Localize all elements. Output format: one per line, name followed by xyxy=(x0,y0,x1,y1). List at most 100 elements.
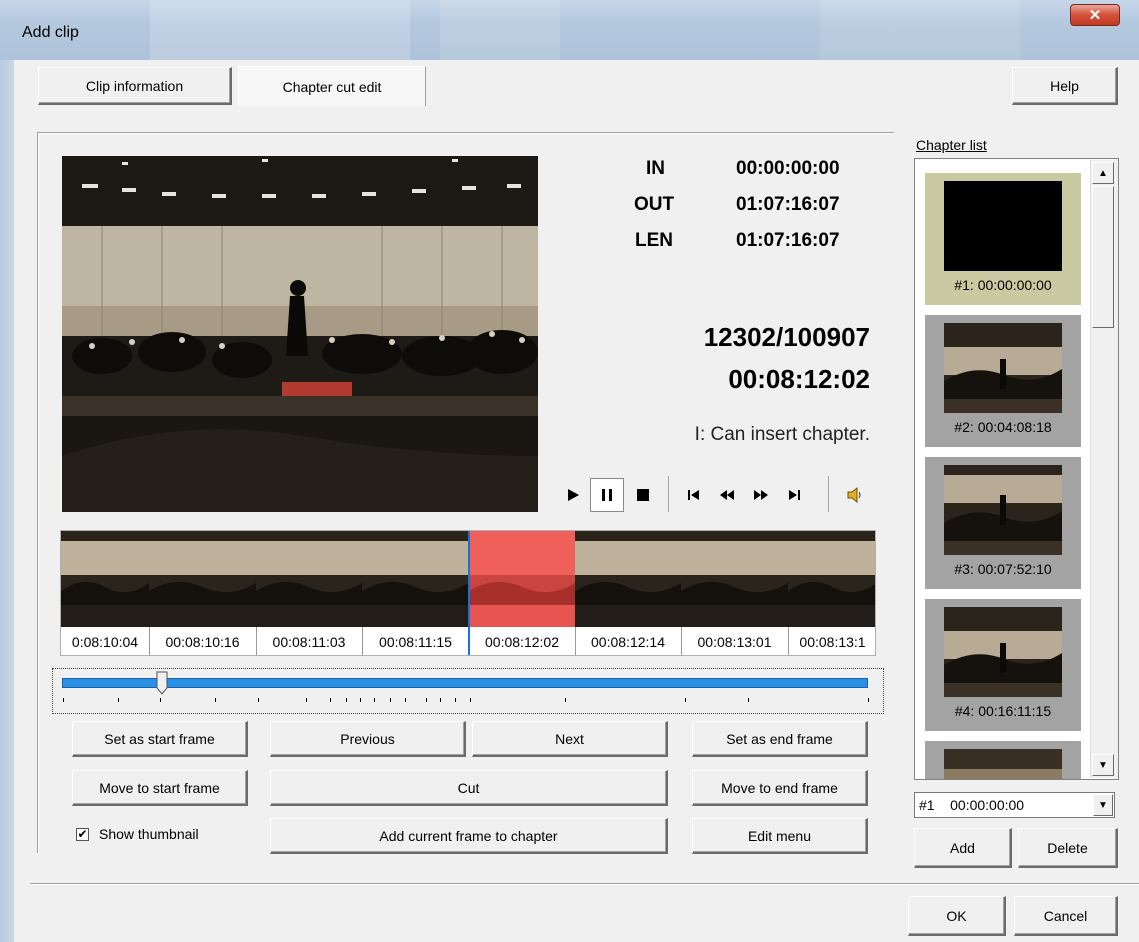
window-title: Add clip xyxy=(22,24,79,41)
title-bar[interactable]: Add clip ✕ xyxy=(0,0,1139,60)
chapter-item[interactable]: #3: 00:07:52:10 xyxy=(925,457,1081,589)
thumbnail-divider xyxy=(681,627,682,655)
thumbnail-frame[interactable] xyxy=(256,531,362,627)
frame-counter: 12302/100907 xyxy=(703,322,870,352)
tab-chapter-cut-edit[interactable]: Chapter cut edit xyxy=(238,66,426,106)
video-preview xyxy=(62,156,538,512)
thumbnail-frame[interactable] xyxy=(681,531,788,627)
scroll-up-button[interactable]: ▲ xyxy=(1092,162,1114,184)
cut-button[interactable]: Cut xyxy=(270,770,668,806)
position-slider-frame xyxy=(52,668,884,714)
thumbnail-image xyxy=(788,531,875,627)
chapter-item[interactable]: #4: 00:16:11:15 xyxy=(925,599,1081,731)
fast-forward-button[interactable] xyxy=(748,480,774,510)
thumbnail-timecode: 00:08:12:02 xyxy=(485,634,559,650)
pause-icon xyxy=(602,489,612,501)
thumbnail-frame[interactable] xyxy=(788,531,875,627)
stop-button[interactable] xyxy=(630,480,656,510)
thumbnail-image xyxy=(575,531,681,627)
slider-tick xyxy=(160,698,161,702)
chapter-item[interactable] xyxy=(925,741,1081,779)
play-icon xyxy=(568,489,579,501)
close-button[interactable]: ✕ xyxy=(1070,4,1120,26)
scroll-up-icon: ▲ xyxy=(1098,167,1108,179)
chapter-item[interactable]: #2: 00:04:08:18 xyxy=(925,315,1081,447)
chapter-list-label: Chapter list xyxy=(916,137,987,153)
slider-tick xyxy=(440,698,441,702)
in-label: IN xyxy=(646,158,665,179)
chapter-thumbnail xyxy=(944,465,1062,555)
prev-frame-icon xyxy=(688,490,699,500)
next-button[interactable]: Next xyxy=(472,721,668,757)
thumbnail-frame[interactable] xyxy=(61,531,149,627)
previous-button[interactable]: Previous xyxy=(270,721,466,757)
thumbnail-frame[interactable] xyxy=(149,531,256,627)
thumbnail-image xyxy=(469,531,575,627)
add-chapter-button[interactable]: Add xyxy=(914,828,1012,868)
chapter-thumbnail xyxy=(944,181,1062,271)
chapter-thumbnail xyxy=(944,607,1062,697)
chapter-select[interactable]: #1 00:00:00:00 ▼ xyxy=(914,792,1115,818)
len-label: LEN xyxy=(635,230,673,251)
chapter-list[interactable]: #1: 00:00:00:00 #2: 00:04:08:18 #3: 00:07:… xyxy=(914,158,1119,780)
next-frame-button[interactable] xyxy=(782,480,808,510)
slider-tick xyxy=(455,698,456,702)
add-current-frame-button[interactable]: Add current frame to chapter xyxy=(270,818,668,854)
in-value: 00:00:00:00 xyxy=(736,158,840,179)
slider-tick xyxy=(426,698,427,702)
scroll-down-button[interactable]: ▼ xyxy=(1092,754,1114,776)
thumbnail-timecode: 00:08:13:01 xyxy=(697,634,772,650)
thumbnail-timecode: 00:08:13:1 xyxy=(799,634,866,650)
slider-tick xyxy=(748,698,749,702)
set-start-frame-button[interactable]: Set as start frame xyxy=(72,721,248,757)
thumbnail-timecode: 00:08:11:03 xyxy=(272,634,346,650)
previous-frame-button[interactable] xyxy=(680,480,706,510)
play-button[interactable] xyxy=(560,480,586,510)
thumbnail-frame[interactable] xyxy=(575,531,681,627)
dropdown-arrow-icon[interactable]: ▼ xyxy=(1093,794,1113,816)
slider-tick xyxy=(306,698,307,702)
out-value: 01:07:16:07 xyxy=(736,194,840,215)
slider-tick xyxy=(360,698,361,702)
set-end-frame-button[interactable]: Set as end frame xyxy=(692,721,868,757)
delete-chapter-button[interactable]: Delete xyxy=(1018,828,1118,868)
show-thumbnail-checkbox[interactable]: ✔ Show thumbnail xyxy=(76,826,199,842)
next-frame-icon xyxy=(789,490,800,500)
scroll-down-icon: ▼ xyxy=(1098,759,1108,771)
fast-forward-icon xyxy=(754,490,768,500)
checkbox-box[interactable]: ✔ xyxy=(76,827,89,841)
status-message: I: Can insert chapter. xyxy=(694,424,870,445)
slider-tick xyxy=(390,698,391,702)
help-button[interactable]: Help xyxy=(1012,67,1118,105)
tab-clip-information[interactable]: Clip information xyxy=(38,67,232,105)
cancel-button[interactable]: Cancel xyxy=(1014,896,1118,936)
position-slider-track[interactable] xyxy=(62,678,868,688)
footer-divider xyxy=(30,883,1139,885)
move-to-end-frame-button[interactable]: Move to end frame xyxy=(692,770,868,806)
edit-menu-button[interactable]: Edit menu xyxy=(692,818,868,854)
slider-tick xyxy=(374,698,375,702)
chapter-caption: #2: 00:04:08:18 xyxy=(954,419,1052,435)
thumbnail-image xyxy=(149,531,256,627)
ok-button[interactable]: OK xyxy=(908,896,1006,936)
stop-icon xyxy=(637,489,649,501)
rewind-button[interactable] xyxy=(714,480,740,510)
slider-thumb[interactable] xyxy=(156,671,168,695)
chapter-item[interactable]: #1: 00:00:00:00 xyxy=(925,173,1081,305)
thumbnail-image xyxy=(256,531,362,627)
thumbnail-divider xyxy=(788,627,789,655)
pause-button[interactable] xyxy=(590,478,624,512)
thumbnail-timecode: 00:08:10:16 xyxy=(165,634,240,650)
volume-button[interactable] xyxy=(842,480,868,510)
thumbnail-divider xyxy=(256,627,257,655)
slider-tick xyxy=(118,698,119,702)
chapter-caption: #1: 00:00:00:00 xyxy=(954,277,1052,293)
thumbnail-divider xyxy=(149,627,150,655)
thumbnail-frame[interactable] xyxy=(469,531,575,627)
thumbnail-strip[interactable]: 0:08:10:04 00:08:10:16 00:08:11:03 00:08:11… xyxy=(60,530,876,656)
len-value: 01:07:16:07 xyxy=(736,230,840,251)
thumbnail-frame[interactable] xyxy=(362,531,469,627)
current-frame-marker xyxy=(468,531,470,655)
scroll-thumb[interactable] xyxy=(1092,186,1114,328)
move-to-start-frame-button[interactable]: Move to start frame xyxy=(72,770,248,806)
